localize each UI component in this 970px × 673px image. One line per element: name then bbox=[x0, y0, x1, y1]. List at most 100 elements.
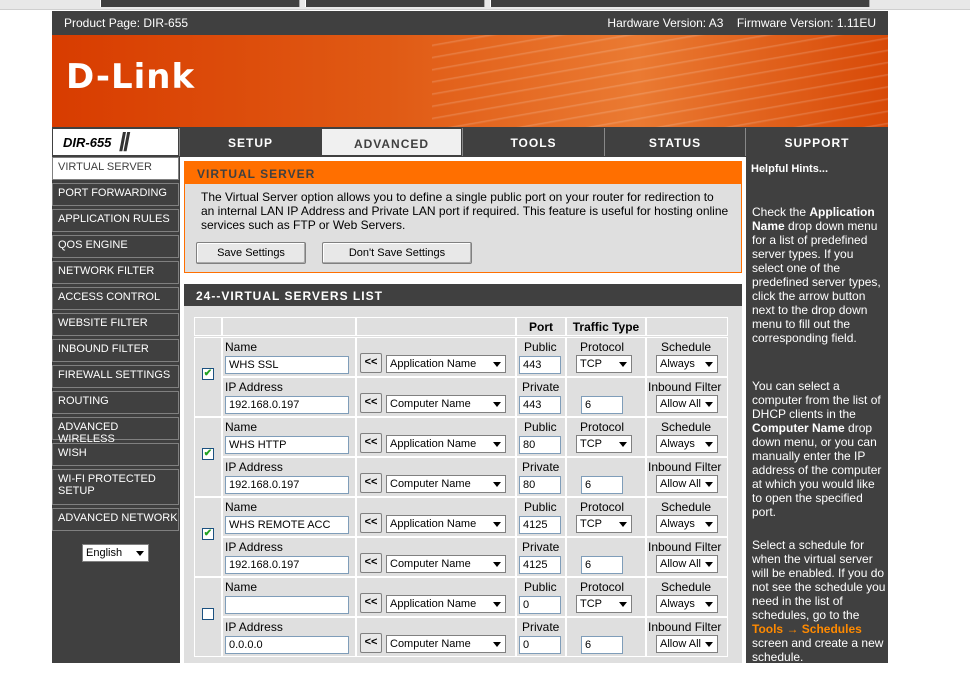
sidebar-item-qos-engine[interactable]: QOS ENGINE bbox=[52, 235, 179, 258]
protocol-number-input[interactable]: 6 bbox=[581, 556, 623, 574]
sidebar-item-inbound-filter[interactable]: INBOUND FILTER bbox=[52, 339, 179, 362]
page-background bbox=[888, 10, 970, 673]
public-port-input[interactable]: 80 bbox=[519, 436, 561, 454]
public-port-input[interactable]: 0 bbox=[519, 596, 561, 614]
enable-cell bbox=[194, 577, 222, 657]
chevron-down-icon bbox=[493, 562, 501, 567]
browser-tab[interactable] bbox=[100, 0, 300, 7]
computer-name-select[interactable]: Computer Name bbox=[386, 635, 506, 653]
fill-application-button[interactable]: << bbox=[360, 513, 382, 533]
private-port-input[interactable]: 4125 bbox=[519, 556, 561, 574]
ip-address-input[interactable]: 192.168.0.197 bbox=[225, 556, 349, 574]
application-name-select[interactable]: Application Name bbox=[386, 515, 506, 533]
dont-save-settings-button[interactable]: Don't Save Settings bbox=[322, 242, 472, 264]
protocol-select[interactable]: TCP bbox=[576, 435, 632, 453]
enable-checkbox[interactable]: ✔ bbox=[202, 448, 214, 460]
name-label: Name bbox=[225, 340, 258, 354]
sidebar-item-access-control[interactable]: ACCESS CONTROL bbox=[52, 287, 179, 310]
computer-name-select[interactable]: Computer Name bbox=[386, 395, 506, 413]
name-label: Name bbox=[225, 500, 258, 514]
sidebar-item-port-forwarding[interactable]: PORT FORWARDING bbox=[52, 183, 179, 206]
inbound-filter-value: Allow All bbox=[660, 478, 701, 490]
chevron-down-icon bbox=[136, 551, 144, 556]
name-input[interactable] bbox=[225, 596, 349, 614]
application-name-select[interactable]: Application Name bbox=[386, 355, 506, 373]
fill-computer-button[interactable]: << bbox=[360, 393, 382, 413]
sidebar-item-network-filter[interactable]: NETWORK FILTER bbox=[52, 261, 179, 284]
dlink-logo: D-Link bbox=[66, 57, 196, 97]
public-port-input[interactable]: 4125 bbox=[519, 516, 561, 534]
protocol-select[interactable]: TCP bbox=[576, 595, 632, 613]
application-cell: << Application Name bbox=[356, 577, 516, 617]
public-label: Public bbox=[524, 420, 557, 434]
inbound-filter-select[interactable]: Allow All bbox=[656, 635, 718, 653]
name-input[interactable]: WHS HTTP bbox=[225, 436, 349, 454]
fill-application-button[interactable]: << bbox=[360, 353, 382, 373]
sidebar: VIRTUAL SERVER PORT FORWARDING APPLICATI… bbox=[52, 157, 179, 573]
schedule-select[interactable]: Always bbox=[656, 515, 718, 533]
application-name-select[interactable]: Application Name bbox=[386, 595, 506, 613]
protocol-number-cell: 6 bbox=[566, 457, 646, 497]
enable-checkbox[interactable]: ✔ bbox=[202, 528, 214, 540]
inbound-filter-label: Inbound Filter bbox=[648, 540, 722, 554]
computer-name-select[interactable]: Computer Name bbox=[386, 555, 506, 573]
sidebar-item-virtual-server[interactable]: VIRTUAL SERVER bbox=[52, 157, 179, 180]
fill-computer-button[interactable]: << bbox=[360, 633, 382, 653]
table-row: ✔ Name WHS SSL IP Address 192.168.0.197 … bbox=[194, 337, 732, 417]
browser-tab[interactable] bbox=[305, 0, 485, 7]
enable-checkbox[interactable]: ✔ bbox=[202, 368, 214, 380]
schedule-cell: Schedule Always bbox=[646, 497, 728, 537]
tools-schedules-link[interactable]: Tools → Schedules bbox=[752, 622, 862, 636]
tab-tools[interactable]: TOOLS bbox=[462, 128, 604, 156]
tab-advanced[interactable]: ADVANCED bbox=[321, 128, 462, 156]
fill-application-button[interactable]: << bbox=[360, 593, 382, 613]
ip-label: IP Address bbox=[225, 620, 283, 634]
fill-computer-button[interactable]: << bbox=[360, 473, 382, 493]
sidebar-item-website-filter[interactable]: WEBSITE FILTER bbox=[52, 313, 179, 336]
browser-tab[interactable] bbox=[490, 0, 870, 7]
sidebar-item-wifi-protected-setup[interactable]: WI-FI PROTECTED SETUP bbox=[52, 469, 179, 505]
fill-application-button[interactable]: << bbox=[360, 433, 382, 453]
inbound-filter-select[interactable]: Allow All bbox=[656, 475, 718, 493]
tab-status[interactable]: STATUS bbox=[604, 128, 745, 156]
schedule-select[interactable]: Always bbox=[656, 435, 718, 453]
schedule-select[interactable]: Always bbox=[656, 595, 718, 613]
fill-computer-button[interactable]: << bbox=[360, 553, 382, 573]
public-port-input[interactable]: 443 bbox=[519, 356, 561, 374]
private-port-input[interactable]: 80 bbox=[519, 476, 561, 494]
protocol-select[interactable]: TCP bbox=[576, 515, 632, 533]
application-name-select[interactable]: Application Name bbox=[386, 435, 506, 453]
public-label: Public bbox=[524, 340, 557, 354]
save-settings-button[interactable]: Save Settings bbox=[196, 242, 306, 264]
private-port-cell: Private 443 bbox=[516, 377, 566, 417]
name-input[interactable]: WHS SSL bbox=[225, 356, 349, 374]
sidebar-item-application-rules[interactable]: APPLICATION RULES bbox=[52, 209, 179, 232]
sidebar-item-advanced-wireless[interactable]: ADVANCED WIRELESS bbox=[52, 417, 179, 445]
sidebar-item-wish[interactable]: WISH bbox=[52, 443, 179, 466]
protocol-number-input[interactable]: 6 bbox=[581, 636, 623, 654]
ip-address-input[interactable]: 0.0.0.0 bbox=[225, 636, 349, 654]
protocol-value: TCP bbox=[580, 358, 602, 370]
ip-address-input[interactable]: 192.168.0.197 bbox=[225, 396, 349, 414]
protocol-number-input[interactable]: 6 bbox=[581, 476, 623, 494]
tab-setup[interactable]: SETUP bbox=[179, 128, 321, 156]
private-port-input[interactable]: 443 bbox=[519, 396, 561, 414]
inbound-filter-select[interactable]: Allow All bbox=[656, 395, 718, 413]
protocol-number-input[interactable]: 6 bbox=[581, 396, 623, 414]
tab-support[interactable]: SUPPORT bbox=[745, 128, 888, 156]
protocol-select[interactable]: TCP bbox=[576, 355, 632, 373]
ip-address-input[interactable]: 192.168.0.197 bbox=[225, 476, 349, 494]
hints-title: Helpful Hints... bbox=[751, 163, 828, 175]
sidebar-item-firewall-settings[interactable]: FIREWALL SETTINGS bbox=[52, 365, 179, 388]
enable-cell: ✔ bbox=[194, 417, 222, 497]
inbound-filter-select[interactable]: Allow All bbox=[656, 555, 718, 573]
private-port-input[interactable]: 0 bbox=[519, 636, 561, 654]
name-input[interactable]: WHS REMOTE ACC bbox=[225, 516, 349, 534]
schedule-select[interactable]: Always bbox=[656, 355, 718, 373]
computer-name-select[interactable]: Computer Name bbox=[386, 475, 506, 493]
enable-checkbox[interactable] bbox=[202, 608, 214, 620]
virtual-server-description: The Virtual Server option allows you to … bbox=[201, 190, 729, 232]
sidebar-item-routing[interactable]: ROUTING bbox=[52, 391, 179, 414]
language-select[interactable]: English bbox=[82, 544, 149, 562]
sidebar-item-advanced-network[interactable]: ADVANCED NETWORK bbox=[52, 508, 179, 531]
